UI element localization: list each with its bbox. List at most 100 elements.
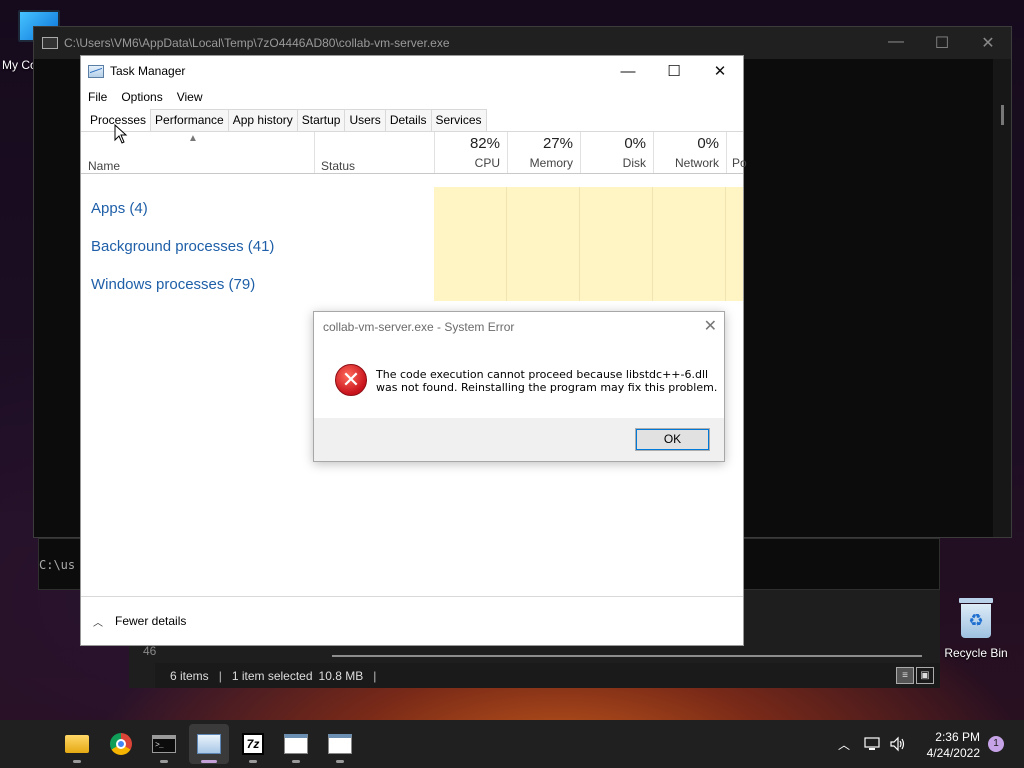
details-view-icon[interactable]: ≡ xyxy=(896,667,914,684)
task-manager-icon xyxy=(88,64,104,78)
volume-tray-icon[interactable] xyxy=(889,720,907,768)
clock-time: 2:36 PM xyxy=(935,730,980,744)
group-background-processes[interactable]: Background processes (41) xyxy=(91,238,274,255)
taskbar-task-manager[interactable] xyxy=(189,724,229,764)
menu-file[interactable]: File xyxy=(88,90,107,104)
maximize-icon[interactable]: ☐ xyxy=(919,33,965,53)
fewer-details-toggle[interactable]: ︿ Fewer details xyxy=(81,596,743,645)
window-app-icon xyxy=(328,734,352,754)
taskbar-terminal[interactable]: >_ xyxy=(152,732,176,763)
tab-performance[interactable]: Performance xyxy=(150,109,229,131)
column-status[interactable]: Status xyxy=(321,159,355,173)
chevron-up-icon: ︿ xyxy=(838,737,851,752)
clock-date: 4/24/2022 xyxy=(926,746,980,760)
minimize-icon[interactable]: — xyxy=(605,56,651,86)
network-percent: 0% xyxy=(697,135,719,152)
column-network[interactable]: 0% Network xyxy=(653,132,726,170)
console-prompt: C:\us xyxy=(39,558,76,572)
tab-services[interactable]: Services xyxy=(430,109,487,131)
close-icon[interactable]: ✕ xyxy=(697,56,743,86)
menu-bar: File Options View xyxy=(81,86,743,108)
system-error-dialog[interactable]: collab-vm-server.exe - System Error ✕ ✕ … xyxy=(313,311,725,462)
7zip-icon: 7z xyxy=(242,733,264,755)
status-size: 10.8 MB xyxy=(318,668,364,683)
start-icon xyxy=(20,732,44,756)
mouse-cursor-icon xyxy=(114,124,128,144)
network-icon xyxy=(864,737,880,750)
cpu-heat-cell xyxy=(434,187,507,301)
tab-strip: Processes Performance App history Startu… xyxy=(81,108,743,132)
close-icon[interactable]: ✕ xyxy=(965,33,1011,53)
tab-details[interactable]: Details xyxy=(384,109,432,131)
sort-ascending-icon: ▲ xyxy=(188,133,198,144)
task-manager-icon xyxy=(197,734,221,754)
status-bar: 6 items | 1 item selected 10.8 MB | ≡ ▣ xyxy=(155,663,940,688)
start-button[interactable] xyxy=(20,732,44,756)
column-name[interactable]: Name xyxy=(88,159,120,173)
window-app-icon xyxy=(284,734,308,754)
column-disk[interactable]: 0% Disk xyxy=(580,132,653,170)
chrome-icon xyxy=(110,733,132,755)
memory-label: Memory xyxy=(529,156,573,170)
desktop-icon-label: My Co xyxy=(2,58,37,72)
menu-options[interactable]: Options xyxy=(121,90,162,104)
tab-users[interactable]: Users xyxy=(344,109,386,131)
clock[interactable]: 2:36 PM 4/24/2022 xyxy=(916,729,980,761)
maximize-icon[interactable]: ☐ xyxy=(651,56,697,86)
taskbar-window-app-1[interactable] xyxy=(284,732,308,763)
group-windows-processes[interactable]: Windows processes (79) xyxy=(91,276,255,293)
error-message: The code execution cannot proceed becaus… xyxy=(376,368,718,394)
speaker-icon xyxy=(890,736,905,752)
column-cpu[interactable]: 82% CPU xyxy=(434,132,507,170)
tab-app-history[interactable]: App history xyxy=(227,109,298,131)
group-apps[interactable]: Apps (4) xyxy=(91,200,148,217)
taskbar-7zip[interactable]: 7z xyxy=(241,732,265,763)
power-heat-cell xyxy=(726,187,743,301)
error-message-line: The code execution cannot proceed becaus… xyxy=(376,368,709,381)
cpu-percent: 82% xyxy=(469,135,500,152)
chevron-up-icon: ︿ xyxy=(93,617,103,629)
menu-view[interactable]: View xyxy=(177,90,203,104)
column-power[interactable]: Po xyxy=(726,132,756,170)
tab-startup[interactable]: Startup xyxy=(296,109,346,131)
file-explorer-icon xyxy=(65,735,89,753)
network-heat-cell xyxy=(653,187,726,301)
taskbar: >_ 7z ︿ 2:36 PM 4/24/2022 1 xyxy=(0,720,1024,768)
fewer-details-label: Fewer details xyxy=(115,614,187,628)
network-label: Network xyxy=(674,156,719,170)
minimize-icon[interactable]: — xyxy=(873,33,919,53)
notification-badge[interactable]: 1 xyxy=(988,736,1004,752)
disk-percent: 0% xyxy=(624,135,646,152)
cpu-label: CPU xyxy=(474,156,500,170)
scrollbar-thumb[interactable] xyxy=(1001,105,1004,125)
status-selected: 1 item selected xyxy=(231,668,313,683)
taskbar-chrome[interactable] xyxy=(109,732,133,756)
recycle-bin-icon: ♻ xyxy=(959,598,993,638)
window-title: Task Manager xyxy=(110,64,186,78)
taskbar-window-app-2[interactable] xyxy=(328,732,352,763)
ok-button[interactable]: OK xyxy=(635,428,710,451)
console-title: C:\Users\VM6\AppData\Local\Temp\7zO4446A… xyxy=(64,36,450,50)
task-manager-titlebar[interactable]: Task Manager — ☐ ✕ xyxy=(81,56,743,86)
column-header-row: ▲ Name Status 82% CPU 27% Memory 0% Disk… xyxy=(81,132,747,174)
large-icons-view-icon[interactable]: ▣ xyxy=(916,667,934,684)
partial-row-number: 46 xyxy=(143,644,157,658)
close-icon[interactable]: ✕ xyxy=(704,316,717,336)
column-memory[interactable]: 27% Memory xyxy=(507,132,580,170)
error-icon: ✕ xyxy=(335,364,367,396)
console-app-icon xyxy=(42,37,58,49)
power-label: Po xyxy=(732,156,747,170)
taskbar-file-explorer[interactable] xyxy=(65,732,89,763)
desktop-icon-label: Recycle Bin xyxy=(944,646,1008,660)
desktop-icon-recycle-bin[interactable]: ♻ Recycle Bin xyxy=(941,598,1011,660)
error-message-line: was not found. Reinstalling the program … xyxy=(376,381,718,394)
console-scrollbar[interactable] xyxy=(993,59,1011,537)
memory-percent: 27% xyxy=(542,135,573,152)
dialog-footer: OK xyxy=(314,418,724,461)
memory-heat-cell xyxy=(507,187,580,301)
network-tray-icon[interactable] xyxy=(864,720,882,768)
show-hidden-icons[interactable]: ︿ xyxy=(838,720,850,768)
terminal-icon: >_ xyxy=(152,735,176,753)
disk-heat-cell xyxy=(580,187,653,301)
horizontal-scrollbar[interactable] xyxy=(332,655,922,657)
